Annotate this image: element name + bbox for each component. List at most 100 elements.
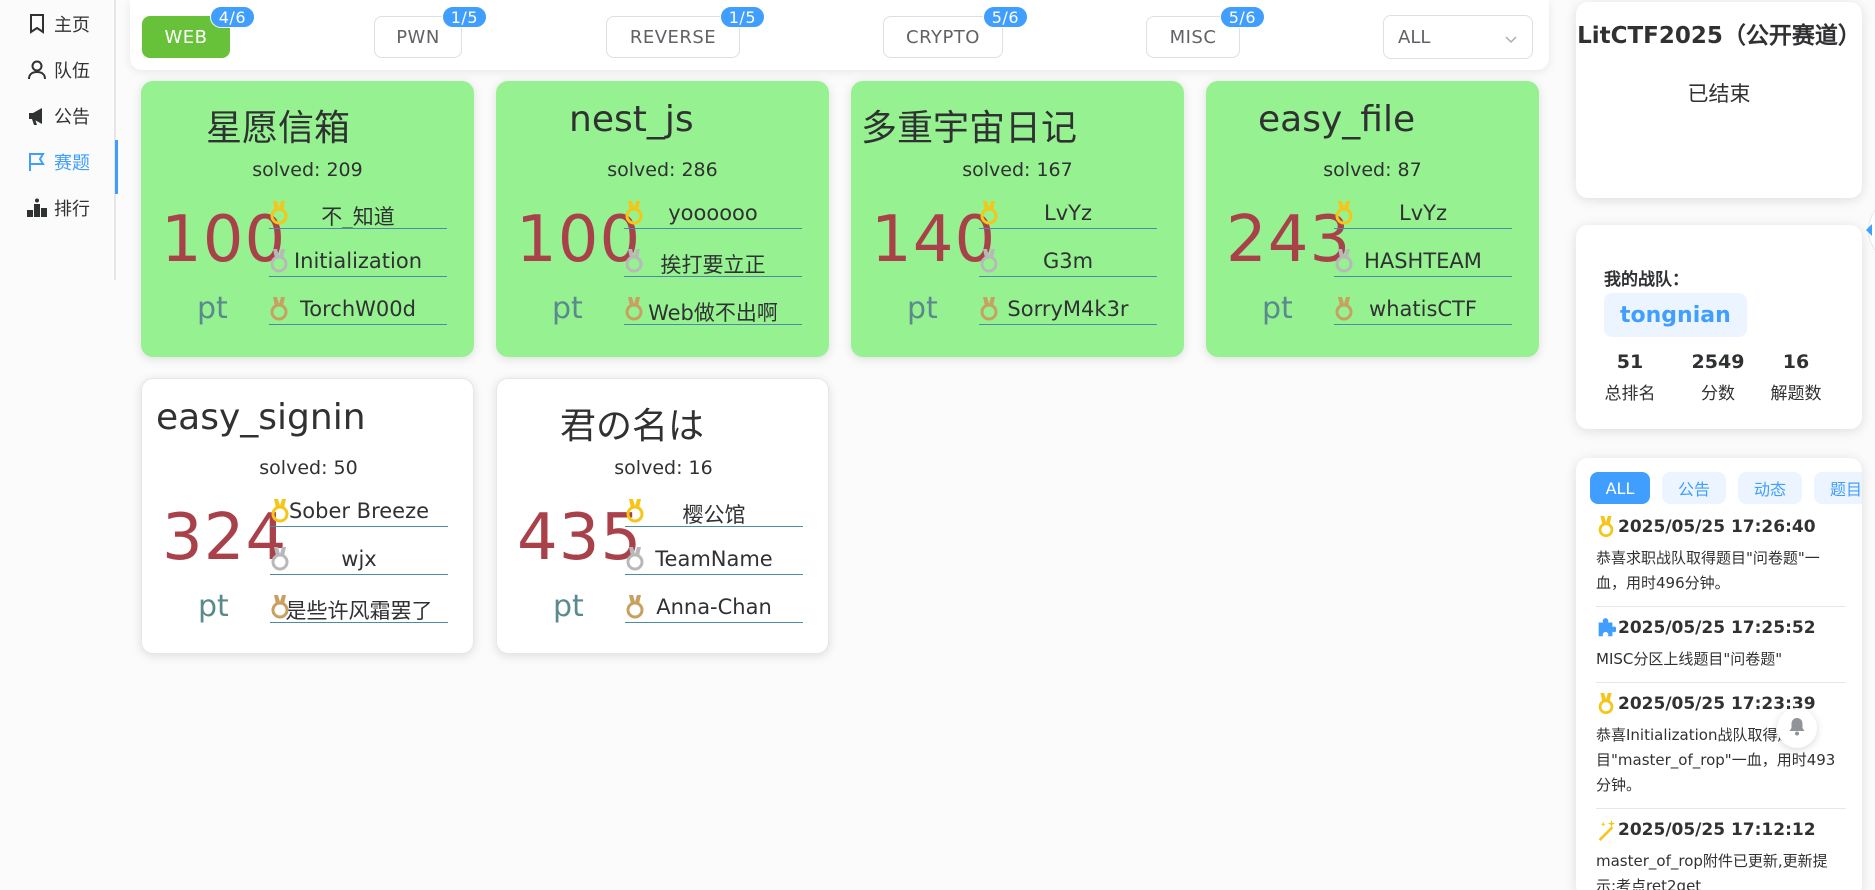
first-blood-row: 不_知道 (269, 199, 447, 229)
tab-label: WEB (164, 26, 208, 48)
second-blood-row: 挨打要立正 (624, 247, 802, 277)
feed-item: 2025/05/25 17:12:12 master_of_rop附件已更新,更… (1596, 819, 1846, 890)
challenge-title: easy_signin (156, 397, 366, 438)
filter-select[interactable]: ALL (1383, 15, 1533, 59)
stat-value: 51 (1616, 351, 1644, 373)
stat-value: 16 (1782, 351, 1810, 373)
feed-item: 2025/05/25 17:26:40 恭喜求职战队取得题目"问卷题"一血，用时… (1596, 516, 1846, 607)
bell-icon (1788, 716, 1806, 740)
nav-item-ranking[interactable]: 排行 (0, 186, 116, 230)
game-title: LitCTF2025（公开赛道） (1577, 23, 1861, 49)
solved-count-badge: 4/6 (209, 6, 255, 28)
game-status: 已结束 (1687, 82, 1751, 106)
third-blood-row: 是些许风霜罢了 (270, 593, 448, 623)
feed-tab-announcements[interactable]: 公告 (1662, 472, 1726, 504)
third-blood-row: Anna-Chan (625, 593, 803, 623)
score-unit: pt (1262, 291, 1293, 326)
first-blood-row: Sober Breeze (270, 497, 448, 527)
collapse-arrow-icon[interactable] (1862, 209, 1875, 251)
second-blood-team: TeamName (655, 547, 773, 571)
nav-item-home[interactable]: 主页 (0, 2, 116, 46)
first-blood-team: yoooooo (668, 201, 758, 225)
third-blood-team: SorryM4k3r (1007, 297, 1129, 321)
stat-label: 分数 (1701, 384, 1735, 404)
feed-item-header: 2025/05/25 17:12:12 (1596, 819, 1846, 841)
first-blood-row: yoooooo (624, 199, 802, 229)
feed-time: 2025/05/25 17:25:52 (1618, 618, 1816, 638)
nav-label: 主页 (54, 15, 90, 36)
nav-item-team[interactable]: 队伍 (0, 48, 116, 92)
challenge-score: 100 (516, 203, 642, 277)
magic-wand-icon (1598, 819, 1616, 841)
third-blood-row: Web做不出啊 (624, 295, 802, 325)
my-team-label: 我的战队： (1604, 270, 1689, 290)
nav-label: 队伍 (54, 61, 90, 82)
medal-icon (626, 595, 644, 619)
second-blood-row: TeamName (625, 545, 803, 575)
sidebar-nav: 主页 队伍 公告 赛题 排行 (0, 0, 118, 280)
second-blood-team: G3m (1042, 249, 1094, 273)
medal-icon (625, 201, 643, 225)
tab-label: REVERSE (629, 26, 717, 48)
nav-item-announcements[interactable]: 公告 (0, 94, 116, 138)
solved-count: solved: 50 (259, 457, 358, 479)
challenge-title: 君の名は (560, 406, 705, 447)
first-blood-team: 樱公馆 (682, 503, 746, 527)
second-blood-row: wjx (270, 545, 448, 575)
tab-pwn[interactable]: PWN 1/5 (374, 6, 487, 58)
team-name-tag[interactable]: tongnian (1604, 293, 1747, 337)
activity-feed-panel: ALL 公告 动态 题目 2025/05/25 17:26:40 恭喜求职战队取… (1576, 458, 1862, 890)
medal-icon (625, 297, 643, 321)
challenge-card[interactable]: 多重宇宙日记 solved: 167 140 pt LvYz G3m SorryM4k… (851, 81, 1184, 357)
challenge-title: 星愿信箱 (206, 108, 351, 149)
feed-tab-activity[interactable]: 动态 (1738, 472, 1802, 504)
first-blood-row: LvYz (1334, 199, 1512, 229)
megaphone-icon (26, 105, 48, 127)
game-info-panel: LitCTF2025（公开赛道） 已结束 (1576, 2, 1862, 198)
second-blood-row: G3m (979, 247, 1157, 277)
feed-text: 恭喜求职战队取得题目"问卷题"一血，用时496分钟。 (1596, 549, 1820, 592)
tab-label: MISC (1169, 26, 1217, 48)
challenge-card[interactable]: easy_signin solved: 50 324 pt Sober Breeze … (141, 378, 474, 654)
user-icon (26, 59, 48, 81)
filter-select-value: ALL (1398, 26, 1431, 48)
solved-count-badge: 5/6 (1219, 6, 1265, 28)
tab-web[interactable]: WEB 4/6 (142, 6, 255, 58)
medal-icon (980, 297, 998, 321)
second-blood-row: Initialization (269, 247, 447, 277)
feed-item-header: 2025/05/25 17:26:40 (1596, 516, 1846, 538)
second-blood-team: 挨打要立正 (660, 253, 766, 277)
score-unit: pt (907, 291, 938, 326)
feed-item: 2025/05/25 17:23:39 恭喜Initialization战队取得… (1596, 693, 1846, 809)
tab-crypto[interactable]: CRYPTO 5/6 (883, 6, 1028, 58)
third-blood-row: TorchW00d (269, 295, 447, 325)
medal-icon (1335, 297, 1353, 321)
tab-reverse[interactable]: REVERSE 1/5 (606, 6, 765, 58)
medal-icon (626, 499, 644, 523)
notification-bell-button[interactable] (1777, 708, 1817, 748)
third-blood-team: Web做不出啊 (648, 301, 778, 325)
stat-score: 2549 分数 (1678, 351, 1758, 404)
challenge-score: 435 (517, 501, 643, 575)
gold-medal-icon (1598, 693, 1614, 715)
challenge-card[interactable]: easy_file solved: 87 243 pt LvYz HASHTEAM w… (1206, 81, 1539, 357)
challenge-card[interactable]: nest_js solved: 286 100 pt yoooooo 挨打要立正 We… (496, 81, 829, 357)
chevron-down-icon (1504, 30, 1518, 51)
challenge-card[interactable]: 星愿信箱 solved: 209 100 pt 不_知道 Initialization… (141, 81, 474, 357)
feed-tab-challenges[interactable]: 题目 (1814, 472, 1862, 504)
feed-tab-all[interactable]: ALL (1590, 472, 1650, 504)
nav-item-challenges[interactable]: 赛题 (0, 140, 118, 194)
medal-icon (270, 249, 288, 273)
tab-misc[interactable]: MISC 5/6 (1146, 6, 1265, 58)
first-blood-team: LvYz (1044, 201, 1092, 225)
solved-count: solved: 16 (614, 457, 713, 479)
medal-icon (270, 201, 288, 225)
second-blood-team: Initialization (293, 249, 423, 273)
first-blood-team: LvYz (1399, 201, 1447, 225)
stat-solves: 16 解题数 (1756, 351, 1836, 404)
challenge-card[interactable]: 君の名は solved: 16 435 pt 樱公馆 TeamName Anna-Ch… (496, 378, 829, 654)
challenge-title: nest_js (569, 99, 694, 140)
feed-text: MISC分区上线题目"问卷题" (1596, 650, 1783, 668)
medal-icon (625, 249, 643, 273)
challenge-title: easy_file (1258, 99, 1416, 140)
